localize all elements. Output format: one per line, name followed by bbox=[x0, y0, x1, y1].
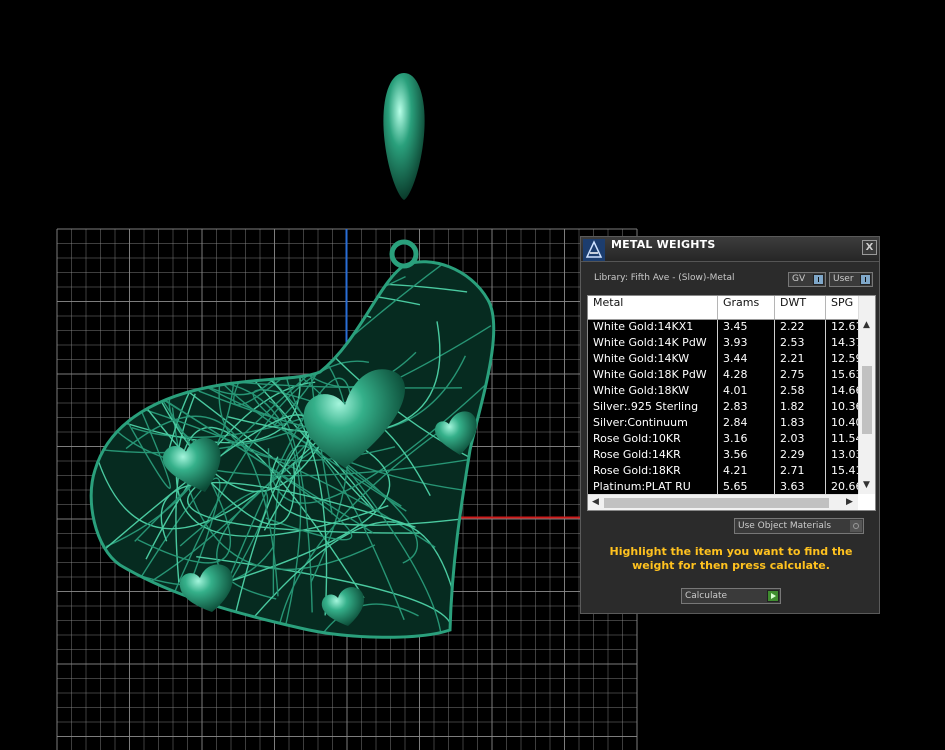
instruction-text: Highlight the item you want to find the … bbox=[609, 545, 853, 572]
dwt-cell: 2.53 bbox=[775, 336, 826, 352]
play-icon bbox=[767, 590, 779, 602]
user-toggle[interactable]: User bbox=[829, 272, 873, 287]
metal-cell: White Gold:14KW bbox=[588, 352, 718, 368]
horizontal-scrollbar[interactable]: ◀ ▶ bbox=[588, 494, 858, 510]
metal-cell: Silver:.925 Sterling bbox=[588, 400, 718, 416]
use-object-materials-label: Use Object Materials bbox=[738, 521, 832, 531]
table-row[interactable]: Rose Gold:14KR 3.56 2.29 13.03 bbox=[588, 448, 863, 464]
table-row[interactable]: White Gold:18K PdW 4.28 2.75 15.63 bbox=[588, 368, 863, 384]
grams-cell: 3.56 bbox=[718, 448, 775, 464]
metal-weights-table[interactable]: Metal Grams DWT SPG White Gold:14KX1 3.45… bbox=[587, 295, 876, 511]
panel-titlebar[interactable]: METAL WEIGHTS X bbox=[581, 237, 879, 262]
table-row[interactable]: Silver:Continuum 2.84 1.83 10.40 bbox=[588, 416, 863, 432]
scroll-up-icon[interactable]: ▲ bbox=[863, 320, 870, 330]
metal-cell: White Gold:14K PdW bbox=[588, 336, 718, 352]
grams-cell: 3.16 bbox=[718, 432, 775, 448]
dwt-cell: 2.03 bbox=[775, 432, 826, 448]
metal-cell: Rose Gold:10KR bbox=[588, 432, 718, 448]
dwt-cell: 1.83 bbox=[775, 416, 826, 432]
vertical-scrollbar[interactable]: ▲ ▼ bbox=[858, 296, 875, 494]
column-header-grams[interactable]: Grams bbox=[718, 296, 775, 319]
dwt-cell: 1.82 bbox=[775, 400, 826, 416]
grams-cell: 3.45 bbox=[718, 320, 775, 336]
calculate-label: Calculate bbox=[685, 591, 728, 601]
gv-toggle[interactable]: GV bbox=[788, 272, 826, 287]
grams-cell: 3.93 bbox=[718, 336, 775, 352]
metal-cell: Silver:Continuum bbox=[588, 416, 718, 432]
table-row[interactable]: Rose Gold:18KR 4.21 2.71 15.41 bbox=[588, 464, 863, 480]
table-row[interactable]: White Gold:18KW 4.01 2.58 14.66 bbox=[588, 384, 863, 400]
dwt-cell: 2.75 bbox=[775, 368, 826, 384]
scroll-left-icon[interactable]: ◀ bbox=[592, 497, 599, 507]
dwt-cell: 2.71 bbox=[775, 464, 826, 480]
metal-cell: Rose Gold:14KR bbox=[588, 448, 718, 464]
metal-cell: Rose Gold:18KR bbox=[588, 464, 718, 480]
gv-label: GV bbox=[792, 274, 806, 284]
dwt-cell: 2.58 bbox=[775, 384, 826, 400]
bail-model[interactable] bbox=[383, 73, 425, 200]
user-label: User bbox=[833, 274, 854, 284]
app-logo-icon bbox=[583, 239, 605, 261]
metal-weights-panel: METAL WEIGHTS X Library: Fifth Ave - (Sl… bbox=[580, 236, 880, 614]
library-label: Library: Fifth Ave - (Slow)-Metal bbox=[594, 273, 735, 283]
column-header-metal[interactable]: Metal bbox=[588, 296, 718, 319]
grams-cell: 2.83 bbox=[718, 400, 775, 416]
grams-cell: 4.21 bbox=[718, 464, 775, 480]
grams-cell: 4.28 bbox=[718, 368, 775, 384]
table-row[interactable]: White Gold:14KW 3.44 2.21 12.59 bbox=[588, 352, 863, 368]
table-row[interactable]: White Gold:14K PdW 3.93 2.53 14.37 bbox=[588, 336, 863, 352]
user-toggle-icon bbox=[860, 274, 871, 285]
use-object-materials-toggle[interactable]: Use Object Materials bbox=[734, 518, 864, 534]
grams-cell: 3.44 bbox=[718, 352, 775, 368]
dwt-cell: 2.21 bbox=[775, 352, 826, 368]
scroll-down-icon[interactable]: ▼ bbox=[863, 480, 870, 490]
scroll-right-icon[interactable]: ▶ bbox=[846, 497, 853, 507]
horizontal-scroll-thumb[interactable] bbox=[604, 498, 829, 508]
gv-toggle-icon bbox=[813, 274, 824, 285]
metal-cell: White Gold:18KW bbox=[588, 384, 718, 400]
table-header: Metal Grams DWT SPG bbox=[588, 296, 875, 320]
column-header-dwt[interactable]: DWT bbox=[775, 296, 826, 319]
jump-ring bbox=[389, 239, 419, 269]
grams-cell: 2.84 bbox=[718, 416, 775, 432]
metal-cell: White Gold:18K PdW bbox=[588, 368, 718, 384]
metal-cell: White Gold:14KX1 bbox=[588, 320, 718, 336]
table-row[interactable]: Silver:.925 Sterling 2.83 1.82 10.36 bbox=[588, 400, 863, 416]
vertical-scroll-thumb[interactable] bbox=[862, 366, 872, 434]
table-row[interactable]: Rose Gold:10KR 3.16 2.03 11.54 bbox=[588, 432, 863, 448]
grams-cell: 4.01 bbox=[718, 384, 775, 400]
radio-icon bbox=[850, 520, 862, 532]
calculate-button[interactable]: Calculate bbox=[681, 588, 781, 604]
close-button[interactable]: X bbox=[862, 240, 877, 255]
dwt-cell: 2.22 bbox=[775, 320, 826, 336]
close-icon: X bbox=[865, 242, 874, 253]
panel-title: METAL WEIGHTS bbox=[611, 238, 716, 251]
table-row[interactable]: White Gold:14KX1 3.45 2.22 12.61 bbox=[588, 320, 863, 336]
dwt-cell: 2.29 bbox=[775, 448, 826, 464]
